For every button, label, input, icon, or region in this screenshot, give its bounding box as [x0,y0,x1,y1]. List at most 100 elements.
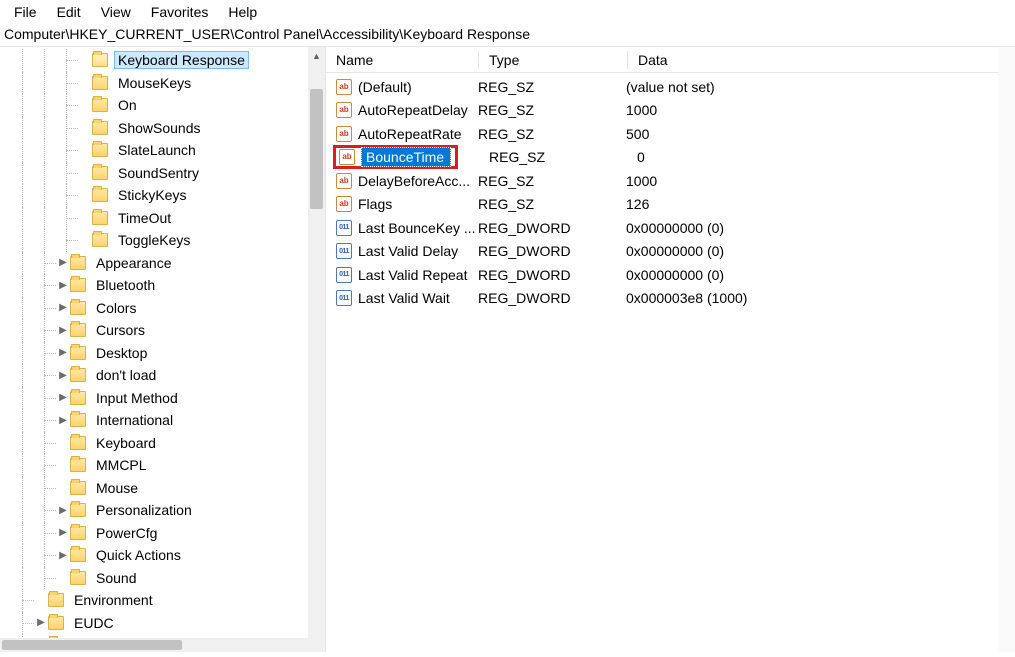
value-data: 0 [637,149,645,165]
scroll-thumb[interactable] [2,640,182,650]
tree-item[interactable]: SlateLaunch [0,139,325,162]
tree-item[interactable]: ▶Quick Actions [0,544,325,567]
value-name: DelayBeforeAcc... [358,173,478,189]
chevron-right-icon[interactable]: ▶ [56,505,70,516]
scroll-up-icon[interactable]: ▲ [308,47,325,64]
value-row[interactable]: Last Valid WaitREG_DWORD0x000003e8 (1000… [326,287,1015,311]
address-bar[interactable]: Computer\HKEY_CURRENT_USER\Control Panel… [0,24,1015,47]
value-row[interactable]: (Default)REG_SZ(value not set) [326,75,1015,99]
chevron-right-icon[interactable]: ▶ [34,617,48,628]
menu-view[interactable]: View [93,2,139,22]
tree-item-label: SlateLaunch [114,141,200,159]
scroll-thumb[interactable] [310,89,323,209]
values-list[interactable]: (Default)REG_SZ(value not set)AutoRepeat… [326,73,1015,310]
folder-icon [70,526,86,540]
tree-item[interactable]: ▶ Input Method [0,387,325,410]
value-data: (value not set) [626,79,1015,95]
chevron-right-icon[interactable]: ▶ [56,370,70,381]
value-type: REG_SZ [478,126,626,142]
column-header-type[interactable]: Type [479,52,627,68]
tree-item[interactable]: ▶Bluetooth [0,274,325,297]
tree-item-label: don't load [92,366,160,384]
chevron-right-icon[interactable]: ▶ [56,325,70,336]
value-row[interactable]: Last Valid RepeatREG_DWORD0x00000000 (0) [326,263,1015,287]
tree-item[interactable]: ▶PowerCfg [0,522,325,545]
chevron-right-icon[interactable]: ▶ [56,550,70,561]
registry-tree[interactable]: Keyboard Response MouseKeys On ShowSounds Sl… [0,47,325,638]
tree-item[interactable]: On [0,94,325,117]
menu-help[interactable]: Help [220,2,265,22]
tree-item[interactable]: StickyKeys [0,184,325,207]
folder-icon [70,301,86,315]
chevron-right-icon[interactable]: ▶ [56,280,70,291]
tree-item-label: Desktop [92,344,151,362]
list-vertical-scrollbar[interactable] [998,47,1015,652]
value-row[interactable]: Last Valid DelayREG_DWORD0x00000000 (0) [326,240,1015,264]
tree-item-label: MouseKeys [114,74,195,92]
tree-item[interactable]: Keyboard Response [0,49,325,72]
reg-sz-icon [336,196,352,212]
tree-item-label: Environment [70,591,157,609]
tree-item[interactable]: Sound [0,567,325,590]
folder-icon [70,458,86,472]
menu-favorites[interactable]: Favorites [143,2,217,22]
column-header-data[interactable]: Data [628,52,1014,68]
tree-item[interactable]: SoundSentry [0,162,325,185]
tree-item-label: Appearance [92,254,176,272]
tree-item[interactable]: ▶ Appearance [0,252,325,275]
tree-item[interactable]: ShowSounds [0,117,325,140]
tree-item[interactable]: ToggleKeys [0,229,325,252]
chevron-right-icon[interactable]: ▶ [56,302,70,313]
tree-item[interactable]: ▶ International [0,409,325,432]
tree-item-label: ShowSounds [114,119,205,137]
tree-item[interactable]: ▶ EUDC [0,612,325,635]
value-row[interactable]: FlagsREG_SZ126 [326,193,1015,217]
value-row[interactable]: BounceTimeREG_SZ0 [326,146,1015,170]
tree-item[interactable]: ▶ Desktop [0,342,325,365]
menu-file[interactable]: File [6,2,45,22]
tree-item-label: Keyboard [92,434,160,452]
chevron-right-icon[interactable]: ▶ [56,415,70,426]
tree-item[interactable]: ▶Colors [0,297,325,320]
value-name: Flags [358,196,478,212]
chevron-right-icon[interactable]: ▶ [56,392,70,403]
value-name: Last Valid Wait [358,290,478,306]
chevron-right-icon[interactable]: ▶ [56,257,70,268]
tree-item[interactable]: Keyboard [0,432,325,455]
value-row[interactable]: AutoRepeatRateREG_SZ500 [326,122,1015,146]
value-name: AutoRepeatRate [358,126,478,142]
tree-item[interactable]: Environment [0,589,325,612]
folder-icon [92,188,108,202]
tree-item[interactable]: Mouse [0,477,325,500]
value-row[interactable]: AutoRepeatDelayREG_SZ1000 [326,99,1015,123]
value-data: 1000 [626,173,1015,189]
tree-item-label: International [92,411,177,429]
tree-item[interactable]: MouseKeys [0,72,325,95]
tree-item[interactable]: ▶ don't load [0,364,325,387]
value-data: 0x000003e8 (1000) [626,290,1015,306]
content-area: Keyboard Response MouseKeys On ShowSounds Sl… [0,47,1015,652]
column-header-name[interactable]: Name [326,52,478,68]
tree-item[interactable]: ▶Cursors [0,319,325,342]
tree-item-label: Input Method [92,389,182,407]
reg-sz-icon [336,126,352,142]
tree-item[interactable]: MMCPL [0,454,325,477]
value-row[interactable]: DelayBeforeAcc...REG_SZ1000 [326,169,1015,193]
folder-icon [70,391,86,405]
folder-icon [92,121,108,135]
tree-item[interactable]: ▶Personalization [0,499,325,522]
folder-icon [92,98,108,112]
folder-icon [92,76,108,90]
tree-item[interactable]: TimeOut [0,207,325,230]
reg-dword-icon [336,290,352,306]
tree-item-label: EUDC [70,614,118,632]
folder-icon [70,323,86,337]
tree-horizontal-scrollbar[interactable] [0,638,308,652]
menu-edit[interactable]: Edit [49,2,89,22]
chevron-right-icon[interactable]: ▶ [56,527,70,538]
value-type: REG_SZ [478,196,626,212]
reg-dword-icon [336,267,352,283]
chevron-right-icon[interactable]: ▶ [56,347,70,358]
tree-vertical-scrollbar[interactable]: ▲ ▼ [308,47,325,652]
value-row[interactable]: Last BounceKey ...REG_DWORD0x00000000 (0… [326,216,1015,240]
